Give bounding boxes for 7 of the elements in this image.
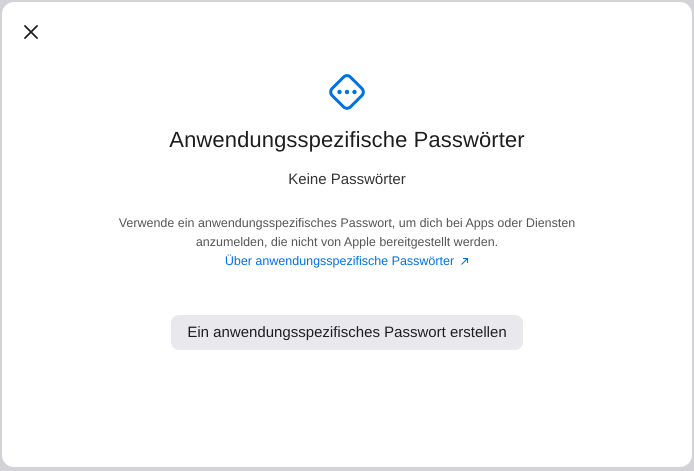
dialog-title: Anwendungsspezifische Passwörter [169, 127, 525, 153]
create-password-button[interactable]: Ein anwendungsspezifisches Passwort erstellen [171, 315, 523, 350]
external-link-arrow-icon [460, 257, 470, 266]
learn-more-link[interactable]: Über anwendungsspezifische Passwörter [224, 252, 470, 271]
description-text: Verwende ein anwendungsspezifisches Passwort, um dich bei Apps oder Diensten anzumelden, die nicht von Apple bereitgestellt werden. [118, 215, 576, 251]
empty-state-text: Keine Passwörter [288, 171, 406, 188]
close-icon[interactable] [23, 24, 39, 40]
